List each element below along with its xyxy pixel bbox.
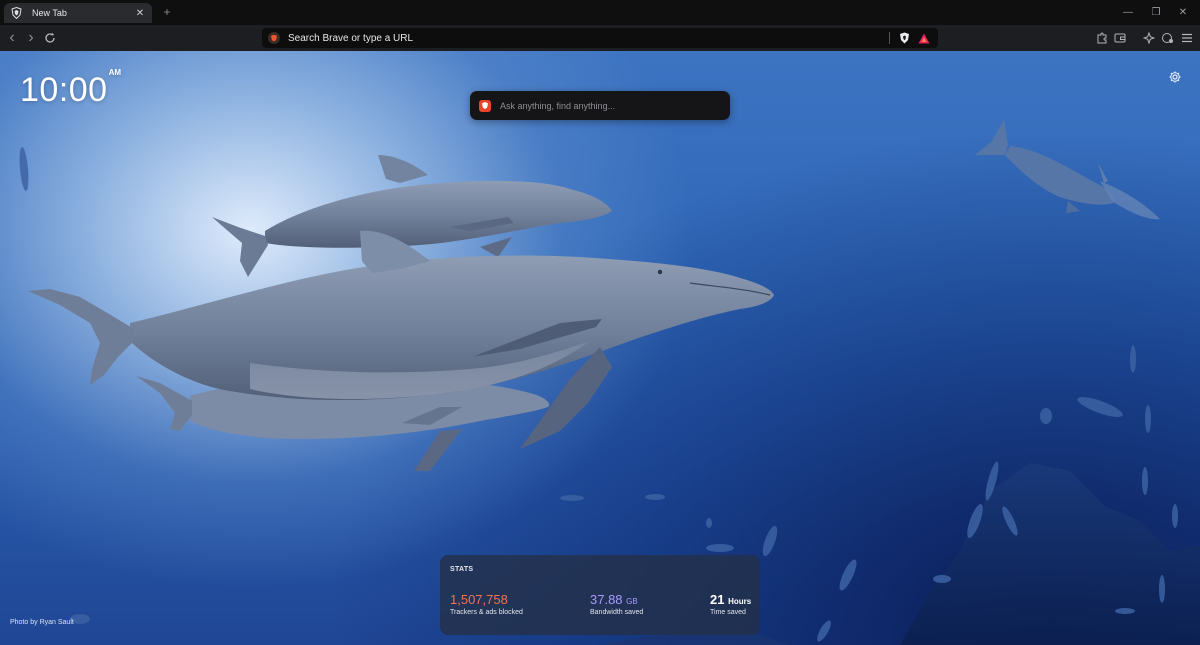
bandwidth-value: 37.88 [590,592,623,607]
clock-ampm: AM [108,67,122,77]
extensions-icon[interactable] [1095,31,1109,45]
reef [900,463,1200,645]
settings-gear-icon[interactable] [1168,70,1182,84]
tab-strip: New Tab ✕ + — ❐ ✕ [0,0,1200,25]
brave-shield-icon [10,7,22,19]
minimize-button[interactable]: — [1121,5,1135,19]
new-tab-button[interactable]: + [160,5,174,19]
time-unit: Hours [728,597,752,606]
forward-icon[interactable]: › [24,29,38,46]
stat-trackers: 1,507,758 Trackers & ads blocked [450,592,523,616]
tab-title: New Tab [32,8,67,18]
omnibox[interactable]: Search Brave or type a URL [262,28,938,48]
right-dolphins [975,119,1160,220]
brave-lion-icon [479,99,491,112]
wallet-icon[interactable] [1113,31,1127,45]
omnibox-separator [889,32,890,44]
time-label: Time saved [710,609,746,616]
trackers-label: Trackers & ads blocked [450,609,523,616]
tab-new-tab[interactable]: New Tab ✕ [4,3,152,23]
ask-search-box[interactable]: Ask anything, find anything... [470,91,730,120]
toolbar: ‹ › Search Brave or type a URL [0,25,1200,51]
bandwidth-unit: GB [626,597,638,606]
restore-button[interactable]: ❐ [1149,5,1163,19]
close-window-button[interactable]: ✕ [1176,5,1190,19]
clock: 10:00AM [20,67,122,110]
menu-icon[interactable] [1180,31,1194,45]
stat-time: 21 Hours Time saved [710,592,751,616]
clock-time: 10:00 [20,71,108,109]
close-icon[interactable]: ✕ [134,7,146,19]
reload-icon[interactable] [43,31,57,45]
new-tab-page: 10:00AM Ask anything, find anything... S… [0,51,1200,645]
rewards-icon[interactable] [918,32,930,44]
photo-credit[interactable]: Photo by Ryan Sault [10,619,74,626]
stats-widget: STATS 1,507,758 Trackers & ads blocked 3… [440,555,760,635]
bandwidth-label: Bandwidth saved [590,609,644,616]
stats-header: STATS [450,566,474,573]
trackers-value: 1,507,758 [450,592,508,607]
time-value: 21 [710,592,725,607]
stat-bandwidth: 37.88 GB Bandwidth saved [590,592,643,616]
brave-shields-icon[interactable] [898,32,910,44]
ask-placeholder: Ask anything, find anything... [500,100,616,111]
leo-icon[interactable] [1142,31,1156,45]
brave-search-icon [268,32,280,44]
vpn-icon[interactable] [1160,31,1174,45]
omnibox-text: Search Brave or type a URL [288,32,414,44]
back-icon[interactable]: ‹ [5,29,19,46]
